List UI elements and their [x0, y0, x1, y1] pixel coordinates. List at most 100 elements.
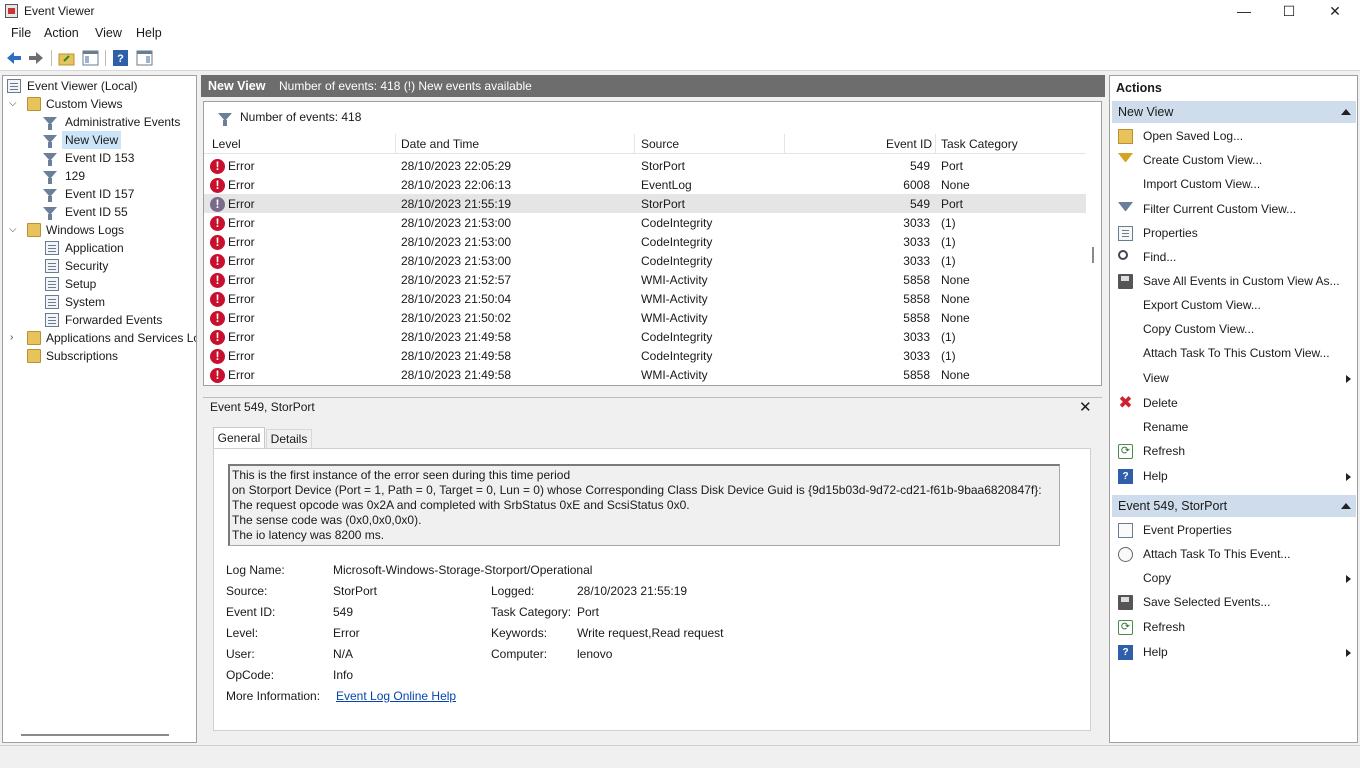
action-view[interactable]: View: [1112, 366, 1356, 390]
description-line: on Storport Device (Port = 1, Path = 0, …: [232, 483, 1042, 497]
error-icon: !: [210, 349, 225, 364]
event-action-attach-task-to-this-event[interactable]: Attach Task To This Event...: [1112, 542, 1356, 566]
event-level: Error: [228, 311, 255, 325]
event-row[interactable]: ! Error 28/10/2023 21:53:00 CodeIntegrity 30…: [204, 232, 1086, 251]
tab-general[interactable]: General: [213, 427, 265, 449]
action-help[interactable]: ? Help: [1112, 464, 1356, 488]
event-date: 28/10/2023 21:49:58: [401, 330, 512, 344]
tree-windows-logs-label: Windows Logs: [46, 223, 125, 237]
actions-header: Actions: [1110, 80, 1357, 100]
column-divider[interactable]: [935, 134, 936, 154]
back-arrow-icon[interactable]: [5, 49, 23, 67]
toolbar-separator: [51, 50, 52, 66]
event-row[interactable]: ! Error 28/10/2023 21:49:58 CodeIntegrity 30…: [204, 327, 1086, 346]
blank-icon: [1118, 177, 1133, 192]
close-detail-icon[interactable]: ✕: [1079, 398, 1092, 416]
event-row[interactable]: ! Error 28/10/2023 21:49:58 CodeIntegrity 30…: [204, 346, 1086, 365]
opcode-label: OpCode:: [226, 668, 275, 682]
event-action-refresh[interactable]: ⟳ Refresh: [1112, 615, 1356, 639]
action-import-custom-view[interactable]: Import Custom View...: [1112, 172, 1356, 196]
column-event-id[interactable]: Event ID: [886, 137, 932, 151]
properties-icon: [1118, 226, 1133, 241]
collapse-triangle-icon[interactable]: [1341, 109, 1351, 115]
task-category-label: Task Category:: [491, 605, 572, 619]
event-row[interactable]: ! Error 28/10/2023 21:55:19 StorPort 549 Port: [204, 194, 1086, 213]
help-icon[interactable]: ?: [112, 49, 130, 67]
event-row[interactable]: ! Error 28/10/2023 21:53:00 CodeIntegrity 30…: [204, 213, 1086, 232]
chevron-down-icon[interactable]: ⌵: [9, 221, 17, 239]
column-source[interactable]: Source: [641, 137, 679, 151]
action-rename[interactable]: Rename: [1112, 415, 1356, 439]
action-label: Open Saved Log...: [1143, 129, 1244, 143]
show-hide-tree-icon[interactable]: [82, 49, 100, 67]
chevron-down-icon[interactable]: ⌵: [9, 95, 17, 113]
tab-details[interactable]: Details: [266, 429, 312, 449]
filter-icon: [43, 153, 57, 167]
collapse-triangle-icon[interactable]: [1341, 503, 1351, 509]
save-icon: [1118, 595, 1133, 610]
column-date-and-time[interactable]: Date and Time: [401, 137, 479, 151]
column-divider[interactable]: [395, 134, 396, 154]
view-title: New View: [208, 79, 266, 93]
event-task-category: (1): [941, 254, 956, 268]
event-description[interactable]: This is the first instance of the error …: [228, 464, 1060, 546]
up-folder-icon[interactable]: [58, 49, 76, 67]
event-row[interactable]: ! Error 28/10/2023 21:50:02 WMI-Activity 585…: [204, 308, 1086, 327]
action-filter-current-custom-view[interactable]: Filter Current Custom View...: [1112, 197, 1356, 221]
chevron-right-icon[interactable]: ›: [10, 329, 13, 347]
action-attach-task-to-this-custom-view[interactable]: Attach Task To This Custom View...: [1112, 341, 1356, 365]
event-detail-pane: Event 549, StorPort ✕ General Details Th…: [203, 397, 1102, 738]
event-row[interactable]: ! Error 28/10/2023 21:50:04 WMI-Activity 585…: [204, 289, 1086, 308]
column-task-category[interactable]: Task Category: [941, 137, 1018, 151]
action-label: Rename: [1143, 420, 1189, 434]
maximize-button[interactable]: ☐: [1266, 0, 1312, 23]
action-export-custom-view[interactable]: Export Custom View...: [1112, 293, 1356, 317]
actions-section-event[interactable]: Event 549, StorPort: [1112, 495, 1356, 517]
menu-file[interactable]: File: [11, 26, 31, 40]
tree-item-label: Forwarded Events: [65, 313, 163, 327]
menu-help[interactable]: Help: [136, 26, 162, 40]
event-source: StorPort: [641, 197, 686, 211]
action-delete[interactable]: ✖ Delete: [1112, 391, 1356, 415]
menu-view[interactable]: View: [95, 26, 122, 40]
actions-section-new-view[interactable]: New View: [1112, 101, 1356, 123]
blank-icon: [1118, 371, 1133, 386]
submenu-arrow-icon: [1346, 649, 1351, 657]
event-date: 28/10/2023 21:53:00: [401, 216, 512, 230]
detail-title: Event 549, StorPort: [210, 400, 315, 414]
action-refresh[interactable]: ⟳ Refresh: [1112, 439, 1356, 463]
forward-arrow-icon[interactable]: [27, 49, 45, 67]
show-action-pane-icon[interactable]: [136, 49, 154, 67]
event-row[interactable]: ! Error 28/10/2023 22:06:13 EventLog 6008 Non…: [204, 175, 1086, 194]
action-properties[interactable]: Properties: [1112, 221, 1356, 245]
event-action-copy[interactable]: Copy: [1112, 566, 1356, 590]
blank-icon: [1118, 571, 1133, 586]
event-task-category: Port: [941, 197, 964, 211]
event-action-help[interactable]: ? Help: [1112, 640, 1356, 664]
blank-icon: [1118, 346, 1133, 361]
close-button[interactable]: ✕: [1312, 0, 1358, 23]
action-save-all-events-in-custom-view-as[interactable]: Save All Events in Custom View As...: [1112, 269, 1356, 293]
action-find[interactable]: Find...: [1112, 245, 1356, 269]
attach-task-icon: [1118, 547, 1133, 562]
event-action-save-selected-events[interactable]: Save Selected Events...: [1112, 590, 1356, 614]
menu-action[interactable]: Action: [44, 26, 79, 40]
event-row[interactable]: ! Error 28/10/2023 21:49:58 WMI-Activity 585…: [204, 365, 1086, 384]
event-row[interactable]: ! Error 28/10/2023 21:53:00 CodeIntegrity 30…: [204, 251, 1086, 270]
event-log-online-help-link[interactable]: Event Log Online Help: [336, 689, 456, 703]
console-tree: Event Viewer (Local) ⌵ Custom Views Admi…: [2, 75, 197, 743]
event-task-category: (1): [941, 235, 956, 249]
event-action-event-properties[interactable]: Event Properties: [1112, 518, 1356, 542]
event-row[interactable]: ! Error 28/10/2023 21:52:57 WMI-Activity 585…: [204, 270, 1086, 289]
list-vertical-scrollbar[interactable]: [1092, 247, 1094, 263]
column-divider[interactable]: [634, 134, 635, 154]
action-create-custom-view[interactable]: Create Custom View...: [1112, 148, 1356, 172]
action-copy-custom-view[interactable]: Copy Custom View...: [1112, 317, 1356, 341]
column-divider[interactable]: [784, 134, 785, 154]
column-level[interactable]: Level: [212, 137, 241, 151]
minimize-button[interactable]: —: [1221, 0, 1267, 23]
event-date: 28/10/2023 21:50:02: [401, 311, 512, 325]
action-open-saved-log[interactable]: Open Saved Log...: [1112, 124, 1356, 148]
tree-horizontal-scrollbar[interactable]: [21, 734, 169, 736]
event-row[interactable]: ! Error 28/10/2023 22:05:29 StorPort 549 Port: [204, 156, 1086, 175]
